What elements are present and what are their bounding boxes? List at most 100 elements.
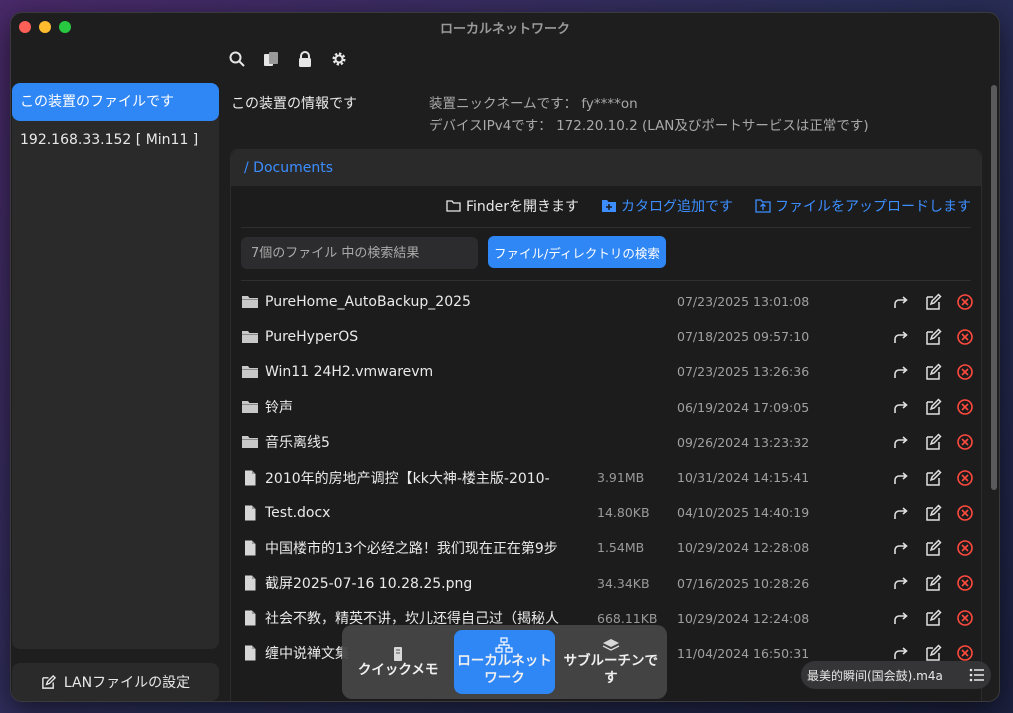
file-name[interactable]: 2010年的房地产调控【kk大神-楼主版-2010- bbox=[265, 468, 565, 488]
share-icon[interactable] bbox=[892, 574, 910, 592]
window-title: ローカルネットワーク bbox=[439, 21, 570, 37]
share-icon[interactable] bbox=[892, 504, 910, 522]
close-window-button[interactable] bbox=[19, 21, 31, 33]
file-name[interactable]: 中国楼市的13个必经之路！我们现在正在第9步 bbox=[265, 538, 565, 558]
add-catalog-button[interactable]: カタログ追加です bbox=[601, 196, 733, 216]
file-actions bbox=[892, 433, 974, 451]
file-actions bbox=[892, 574, 974, 592]
edit-icon[interactable] bbox=[924, 468, 942, 487]
file-date: 07/18/2025 09:57:10 bbox=[677, 329, 810, 345]
dock-local-network[interactable]: ローカルネットワーク bbox=[454, 630, 555, 694]
copy-icon[interactable] bbox=[263, 51, 279, 67]
file-date: 06/19/2024 17:09:05 bbox=[677, 399, 810, 415]
file-name[interactable]: Test.docx bbox=[265, 505, 565, 521]
file-actions bbox=[892, 398, 974, 416]
share-icon[interactable] bbox=[892, 539, 910, 557]
file-name[interactable]: PureHyperOS bbox=[265, 329, 565, 345]
delete-icon[interactable] bbox=[956, 293, 974, 311]
edit-icon[interactable] bbox=[924, 433, 942, 451]
edit-icon[interactable] bbox=[924, 398, 942, 416]
playlist-icon[interactable] bbox=[969, 668, 985, 682]
delete-icon[interactable] bbox=[956, 539, 974, 557]
file-actions bbox=[892, 468, 974, 487]
file-row[interactable]: 2010年的房地产调控【kk大神-楼主版-2010- 3.91MB 10/31/20… bbox=[231, 460, 981, 495]
breadcrumb[interactable]: / Documents bbox=[231, 150, 981, 186]
share-icon[interactable] bbox=[892, 469, 910, 487]
dock-quick-memo[interactable]: クイックメモ bbox=[348, 630, 448, 694]
open-finder-button[interactable]: Finderを開きます bbox=[446, 196, 579, 216]
file-size: 3.91MB bbox=[597, 470, 645, 486]
share-icon[interactable] bbox=[892, 433, 910, 451]
file-row[interactable]: 音乐离线5 09/26/2024 13:23:32 bbox=[231, 425, 981, 460]
edit-icon[interactable] bbox=[924, 539, 942, 557]
delete-icon[interactable] bbox=[956, 469, 974, 487]
file-icon bbox=[245, 645, 256, 661]
share-icon[interactable] bbox=[892, 363, 910, 381]
edit-icon[interactable] bbox=[924, 644, 942, 662]
file-size: 34.34KB bbox=[597, 575, 650, 591]
file-name[interactable]: 截屏2025-07-16 10.28.25.png bbox=[265, 573, 565, 593]
file-panel: / Documents Finderを開きます カタログ追加です ファイルをアッ… bbox=[230, 149, 982, 701]
lock-icon[interactable] bbox=[297, 51, 313, 67]
edit-icon[interactable] bbox=[924, 328, 942, 346]
file-date: 04/10/2025 14:40:19 bbox=[677, 505, 810, 521]
edit-icon[interactable] bbox=[924, 504, 942, 522]
file-name[interactable]: PureHome_AutoBackup_2025 bbox=[265, 294, 565, 310]
edit-icon[interactable] bbox=[924, 293, 942, 311]
share-icon[interactable] bbox=[892, 609, 910, 627]
edit-icon[interactable] bbox=[924, 609, 942, 627]
share-icon[interactable] bbox=[892, 293, 910, 311]
file-name[interactable]: Win11 24H2.vmwarevm bbox=[265, 364, 565, 380]
lan-settings-button[interactable]: LANファイルの設定 bbox=[12, 663, 219, 701]
minimize-window-button[interactable] bbox=[39, 21, 51, 33]
delete-icon[interactable] bbox=[956, 504, 974, 522]
delete-icon[interactable] bbox=[956, 574, 974, 592]
file-row[interactable]: PureHyperOS 07/18/2025 09:57:10 bbox=[231, 319, 981, 354]
upload-file-button[interactable]: ファイルをアップロードします bbox=[755, 196, 971, 216]
file-row[interactable]: Test.docx 14.80KB 04/10/2025 14:40:19 bbox=[231, 495, 981, 530]
add-catalog-label: カタログ追加です bbox=[621, 199, 733, 215]
file-date: 07/23/2025 13:01:08 bbox=[677, 294, 810, 310]
search-icon[interactable] bbox=[229, 51, 245, 67]
file-row[interactable]: 中国楼市的13个必经之路！我们现在正在第9步 1.54MB 10/29/2024 1… bbox=[231, 530, 981, 565]
delete-icon[interactable] bbox=[956, 328, 974, 346]
share-icon[interactable] bbox=[892, 398, 910, 416]
folder-icon bbox=[242, 401, 258, 414]
file-row[interactable]: 铃声 06/19/2024 17:09:05 bbox=[231, 390, 981, 425]
search-input[interactable] bbox=[241, 237, 478, 269]
delete-icon[interactable] bbox=[956, 433, 974, 451]
file-row[interactable]: Win11 24H2.vmwarevm 07/23/2025 13:26:36 bbox=[231, 354, 981, 389]
file-row[interactable]: 截屏2025-07-16 10.28.25.png 34.34KB 07/16/20… bbox=[231, 566, 981, 601]
folder-upload-icon bbox=[755, 199, 771, 213]
file-date: 09/26/2024 13:23:32 bbox=[677, 434, 810, 450]
edit-icon[interactable] bbox=[924, 574, 942, 592]
file-actions bbox=[892, 539, 974, 557]
file-name[interactable]: 铃声 bbox=[265, 397, 565, 417]
file-date: 07/16/2025 10:28:26 bbox=[677, 575, 810, 591]
share-icon[interactable] bbox=[892, 328, 910, 346]
gear-icon[interactable] bbox=[331, 51, 347, 67]
sidebar-item-remote-device[interactable]: 192.168.33.152 [ Min11 ] bbox=[12, 121, 219, 159]
share-icon[interactable] bbox=[892, 644, 910, 662]
search-files-button[interactable]: ファイル/ディレクトリの検索 bbox=[488, 236, 666, 268]
device-ipv4: デバイスIPv4です： 172.20.10.2 (LAN及びポートサービスは正常… bbox=[429, 118, 869, 134]
file-actions bbox=[892, 609, 974, 627]
delete-icon[interactable] bbox=[956, 644, 974, 662]
delete-icon[interactable] bbox=[956, 398, 974, 416]
dock-subroutine[interactable]: サブルーチンです bbox=[561, 630, 661, 694]
edit-icon[interactable] bbox=[924, 363, 942, 381]
sidebar: この装置のファイルです 192.168.33.152 [ Min11 ] bbox=[12, 83, 219, 649]
zoom-window-button[interactable] bbox=[59, 21, 71, 33]
delete-icon[interactable] bbox=[956, 609, 974, 627]
dock-subroutine-label: サブルーチンです bbox=[563, 653, 659, 686]
file-name[interactable]: 音乐离线5 bbox=[265, 432, 565, 452]
delete-icon[interactable] bbox=[956, 363, 974, 381]
file-row[interactable]: PureHome_AutoBackup_2025 07/23/2025 13:01… bbox=[231, 284, 981, 319]
scrollbar[interactable] bbox=[991, 85, 997, 490]
mini-player[interactable]: 最美的瞬间(国会鼓).m4a bbox=[801, 661, 991, 689]
sidebar-item-this-device[interactable]: この装置のファイルです bbox=[12, 83, 219, 121]
window-controls bbox=[19, 21, 71, 33]
file-actions bbox=[892, 644, 974, 662]
breadcrumb-path[interactable]: / Documents bbox=[244, 160, 333, 176]
file-icon bbox=[245, 470, 256, 486]
